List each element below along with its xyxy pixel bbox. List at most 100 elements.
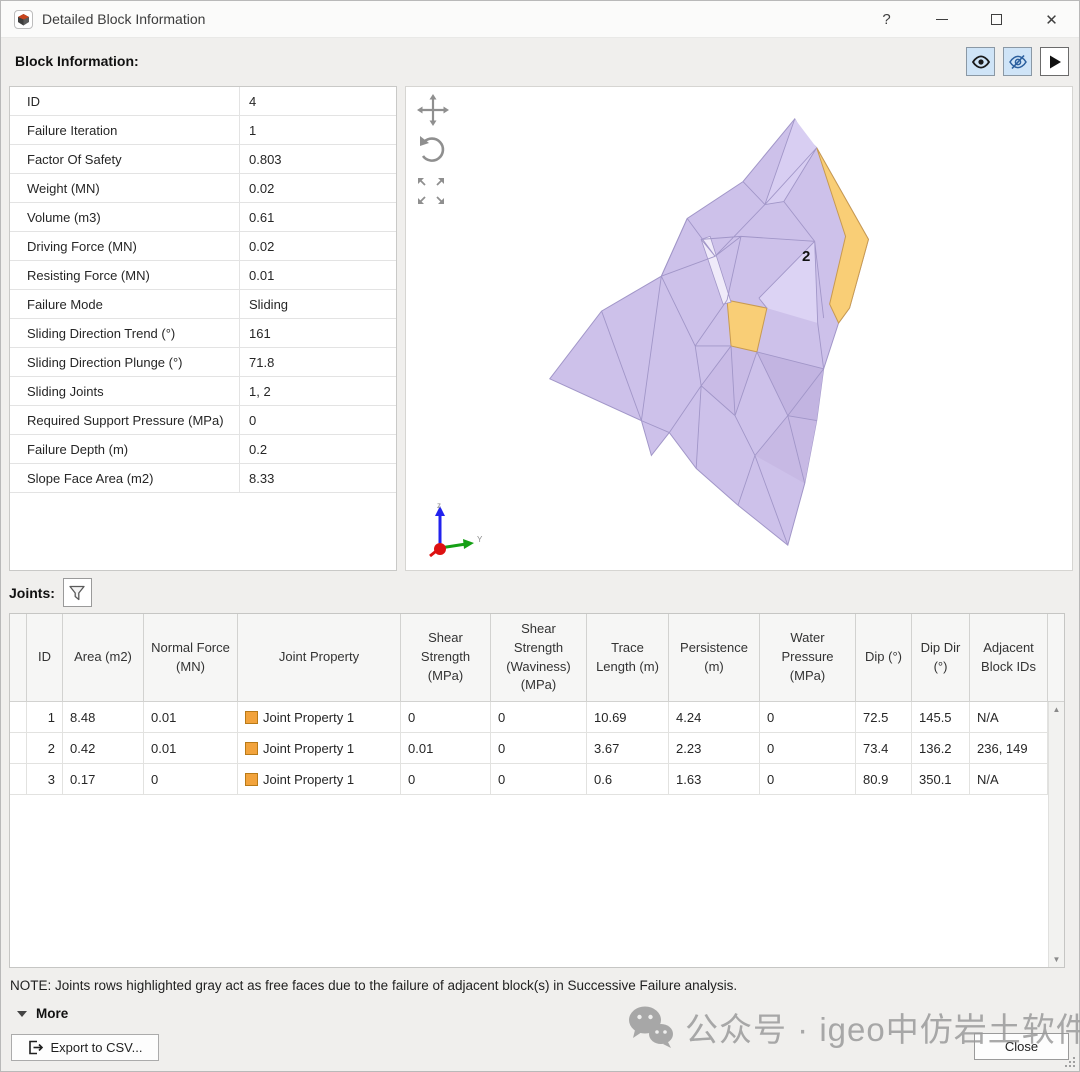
column-header[interactable]: Water Pressure (MPa) [760, 614, 856, 701]
scroll-down-icon[interactable]: ▼ [1053, 955, 1061, 964]
column-header-spacer [1048, 614, 1064, 701]
cell-id: 2 [27, 733, 63, 763]
scroll-up-icon[interactable]: ▲ [1053, 705, 1061, 714]
export-to-csv-button[interactable]: Export to CSV... [11, 1034, 159, 1061]
row-selector[interactable] [10, 702, 27, 732]
filter-joints-button[interactable] [63, 578, 92, 607]
wechat-icon [627, 1005, 675, 1049]
viewport-nav-icons [416, 93, 450, 213]
property-value: 0.02 [240, 181, 396, 196]
property-value: 0.803 [240, 152, 396, 167]
cell-trace-length: 10.69 [587, 702, 669, 732]
table-row[interactable]: 3 0.17 0 Joint Property 1 0 0 0.6 1.63 0… [10, 764, 1064, 795]
export-icon [27, 1039, 44, 1056]
block-3d-viewport[interactable]: 2 z Y [405, 86, 1073, 571]
table-row: Failure ModeSliding [10, 290, 396, 319]
cell-area: 0.42 [63, 733, 144, 763]
note-text: NOTE: Joints rows highlighted gray act a… [10, 978, 737, 993]
app-icon [14, 10, 33, 29]
cell-water-pressure: 0 [760, 764, 856, 794]
column-header[interactable]: Normal Force (MN) [144, 614, 238, 701]
axis-z-label: z [437, 501, 441, 510]
column-header[interactable]: Dip Dir (°) [912, 614, 970, 701]
cell-dip-dir: 136.2 [912, 733, 970, 763]
play-icon [1047, 54, 1063, 70]
maximize-button[interactable] [969, 1, 1024, 38]
property-value: Sliding [240, 297, 396, 312]
property-value: 0.01 [240, 268, 396, 283]
property-label: Weight (MN) [10, 174, 240, 202]
cell-dip: 80.9 [856, 764, 912, 794]
joint-property-label: Joint Property 1 [263, 772, 354, 787]
table-row: Weight (MN)0.02 [10, 174, 396, 203]
column-header[interactable]: Adjacent Block IDs [970, 614, 1048, 701]
column-header[interactable]: Dip (°) [856, 614, 912, 701]
property-value: 161 [240, 326, 396, 341]
cell-persistence: 1.63 [669, 764, 760, 794]
table-row[interactable]: 1 8.48 0.01 Joint Property 1 0 0 10.69 4… [10, 702, 1064, 733]
cell-adjacent-blocks: N/A [970, 702, 1048, 732]
cell-id: 1 [27, 702, 63, 732]
cell-shear-strength-waviness: 0 [491, 702, 587, 732]
block-information-label: Block Information: [15, 53, 139, 69]
property-value: 0.02 [240, 239, 396, 254]
property-value: 0.61 [240, 210, 396, 225]
rotate-icon [420, 136, 443, 161]
pan-icon [417, 94, 449, 126]
close-label: Close [1005, 1039, 1038, 1054]
close-button[interactable]: Close [974, 1033, 1069, 1060]
row-selector[interactable] [10, 733, 27, 763]
property-label: Failure Iteration [10, 116, 240, 144]
hide-block-button[interactable] [1003, 47, 1032, 76]
table-row: Failure Iteration1 [10, 116, 396, 145]
column-header [10, 614, 27, 701]
cell-dip-dir: 145.5 [912, 702, 970, 732]
joints-label: Joints: [9, 585, 55, 601]
cell-joint-property: Joint Property 1 [238, 733, 401, 763]
vertical-scrollbar[interactable]: ▲ ▼ [1048, 702, 1064, 967]
table-row: Required Support Pressure (MPa)0 [10, 406, 396, 435]
property-label: Factor Of Safety [10, 145, 240, 173]
cell-normal-force: 0 [144, 764, 238, 794]
table-row: Sliding Direction Plunge (°)71.8 [10, 348, 396, 377]
block-id-label: 2 [802, 248, 810, 265]
table-row: Driving Force (MN)0.02 [10, 232, 396, 261]
more-expander[interactable]: More [17, 1006, 68, 1021]
cell-normal-force: 0.01 [144, 733, 238, 763]
column-header[interactable]: Persistence (m) [669, 614, 760, 701]
property-label: Sliding Joints [10, 377, 240, 405]
cell-area: 8.48 [63, 702, 144, 732]
property-label: ID [10, 87, 240, 115]
property-label: Driving Force (MN) [10, 232, 240, 260]
title-bar: Detailed Block Information ? ✕ [1, 1, 1079, 38]
table-row[interactable]: 2 0.42 0.01 Joint Property 1 0.01 0 3.67… [10, 733, 1064, 764]
chevron-down-icon [17, 1011, 27, 1017]
column-header[interactable]: Joint Property [238, 614, 401, 701]
close-window-button[interactable]: ✕ [1024, 1, 1079, 38]
joint-color-swatch [245, 711, 258, 724]
column-header[interactable]: ID [27, 614, 63, 701]
column-header[interactable]: Area (m2) [63, 614, 144, 701]
minimize-button[interactable] [914, 1, 969, 38]
property-label: Sliding Direction Trend (°) [10, 319, 240, 347]
help-button[interactable]: ? [859, 1, 914, 38]
cell-joint-property: Joint Property 1 [238, 702, 401, 732]
cell-trace-length: 3.67 [587, 733, 669, 763]
column-header[interactable]: Shear Strength (Waviness) (MPa) [491, 614, 587, 701]
column-header[interactable]: Shear Strength (MPa) [401, 614, 491, 701]
more-label: More [36, 1006, 68, 1021]
joint-property-label: Joint Property 1 [263, 710, 354, 725]
row-selector[interactable] [10, 764, 27, 794]
column-header[interactable]: Trace Length (m) [587, 614, 669, 701]
cell-persistence: 2.23 [669, 733, 760, 763]
block-mesh [406, 87, 1072, 570]
joint-color-swatch [245, 773, 258, 786]
minimize-icon [936, 19, 948, 20]
cell-area: 0.17 [63, 764, 144, 794]
cell-normal-force: 0.01 [144, 702, 238, 732]
play-animation-button[interactable] [1040, 47, 1069, 76]
show-block-button[interactable] [966, 47, 995, 76]
cell-shear-strength-waviness: 0 [491, 764, 587, 794]
property-value: 4 [240, 94, 396, 109]
cell-water-pressure: 0 [760, 702, 856, 732]
